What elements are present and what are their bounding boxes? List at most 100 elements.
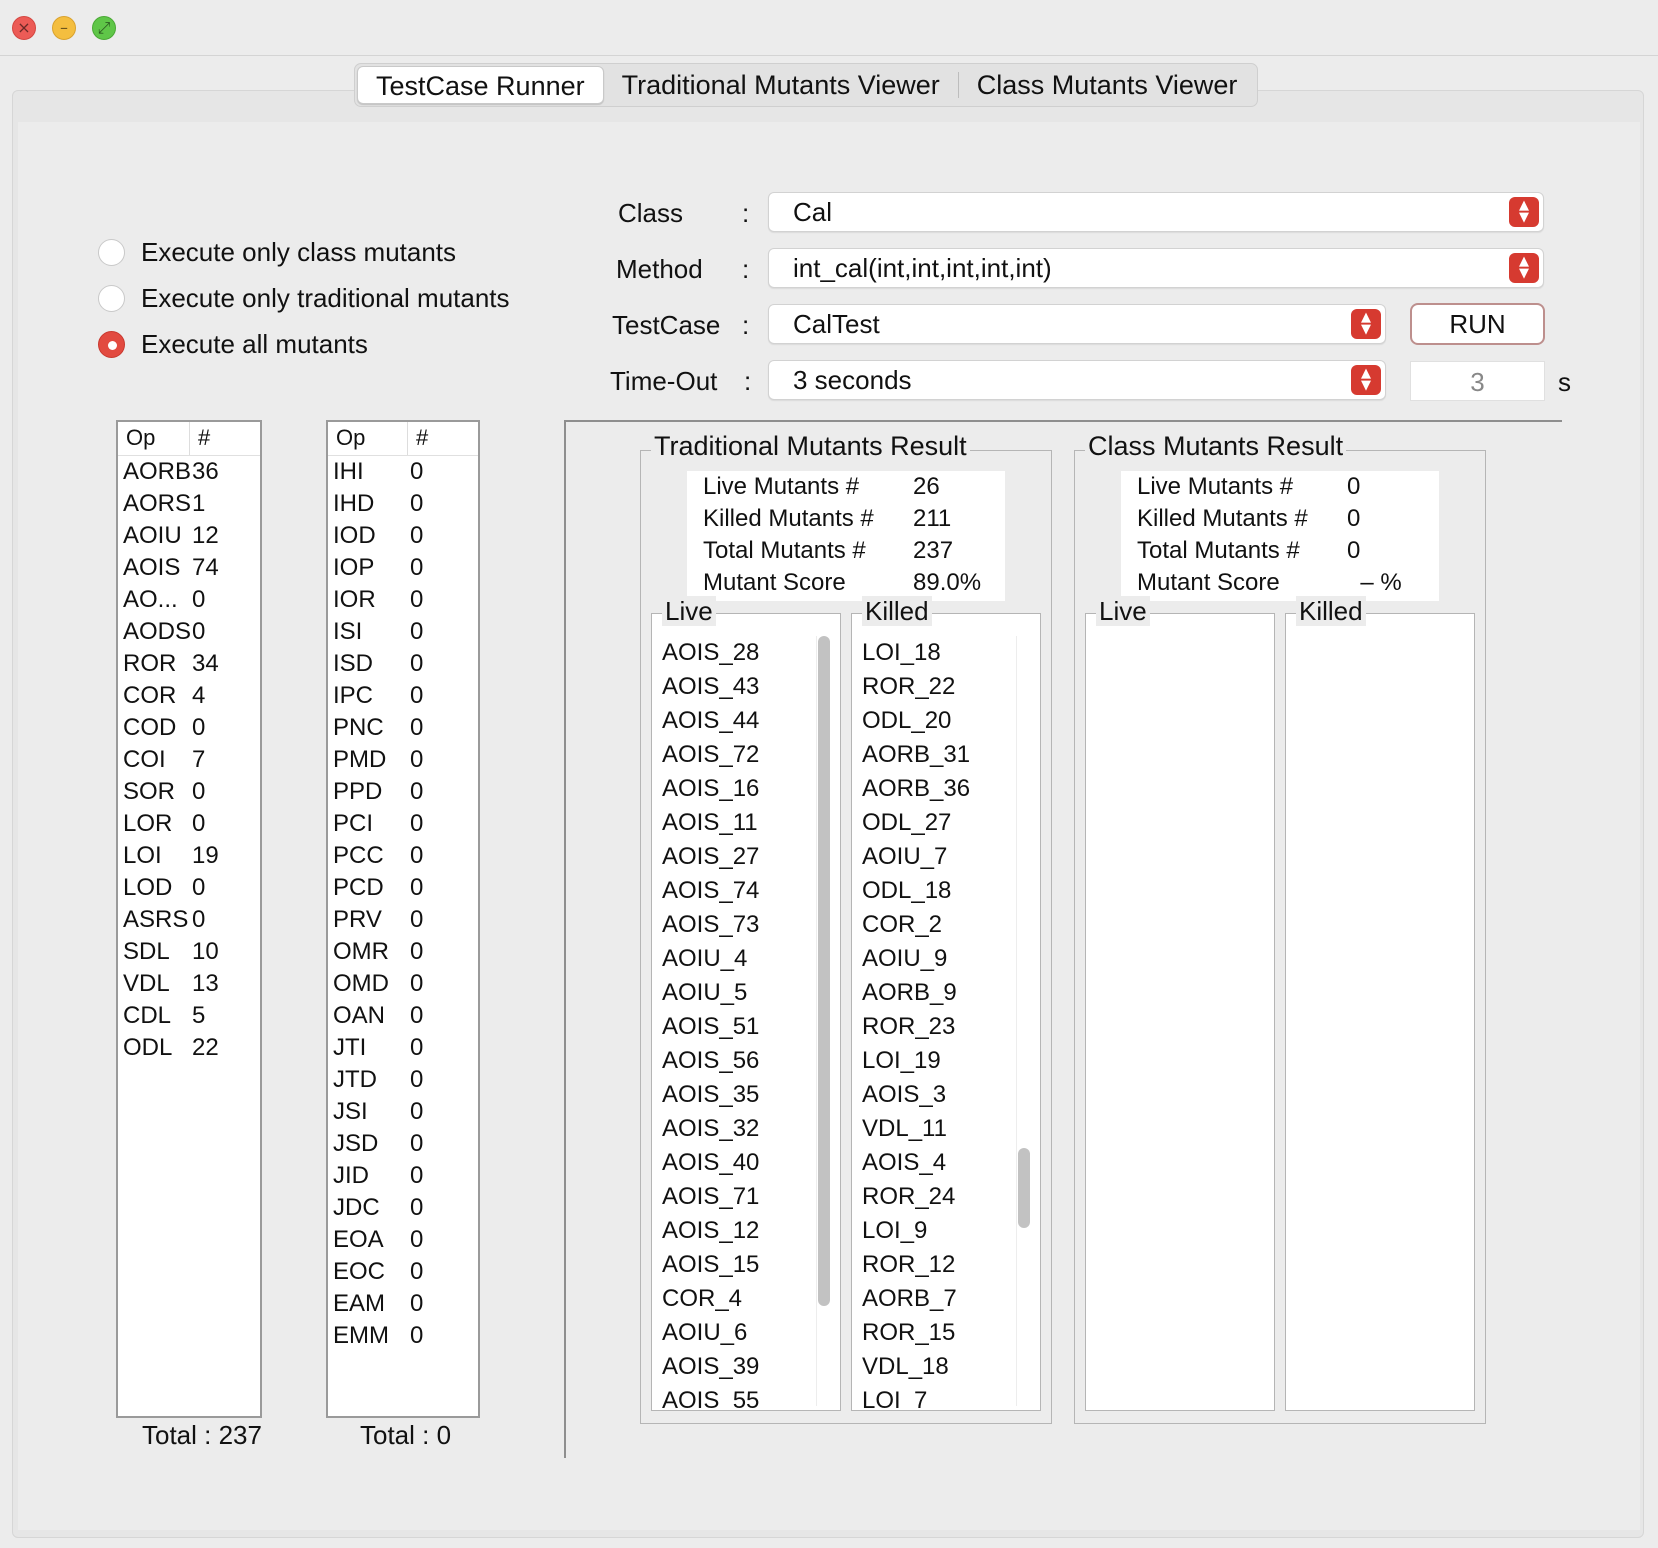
list-item[interactable]: AOIS_72 [662,738,810,772]
list-item[interactable]: AORB_7 [862,1282,1010,1316]
list-item[interactable]: AOIS_27 [662,840,810,874]
count-column-header[interactable]: # [190,422,210,455]
table-row[interactable]: ISD 0 [328,648,478,680]
class-live-mutants-list[interactable]: Live [1085,596,1275,1411]
list-item[interactable]: AOIS_12 [662,1214,810,1248]
table-row[interactable]: AORS 1 [118,488,260,520]
class-select[interactable]: Cal ▲ ▼ [768,192,1544,232]
killed-scrollbar[interactable] [1016,636,1030,1406]
table-row[interactable]: IOP 0 [328,552,478,584]
list-item[interactable]: VDL_18 [862,1350,1010,1384]
list-item[interactable]: AOIS_40 [662,1146,810,1180]
list-item[interactable]: LOI_9 [862,1214,1010,1248]
table-row[interactable]: IHD 0 [328,488,478,520]
table-row[interactable]: EMM 0 [328,1320,478,1352]
traditional-operator-table[interactable]: Op # AORB 36 AORS 1 AOIU 12 AOIS 74 AO... 0 AODS 0 R… [116,420,262,1418]
table-row[interactable]: IOD 0 [328,520,478,552]
table-row[interactable]: PMD 0 [328,744,478,776]
table-row[interactable]: PCI 0 [328,808,478,840]
list-item[interactable]: AOIU_4 [662,942,810,976]
list-item[interactable]: AOIU_9 [862,942,1010,976]
method-select[interactable]: int_cal(int,int,int,int,int) ▲ ▼ [768,248,1544,288]
list-item[interactable]: AOIS_73 [662,908,810,942]
list-item[interactable]: AOIS_56 [662,1044,810,1078]
table-row[interactable]: EOC 0 [328,1256,478,1288]
list-item[interactable]: AOIS_39 [662,1350,810,1384]
tab-class-mutants-viewer[interactable]: Class Mutants Viewer [959,66,1256,104]
list-item[interactable]: AORB_36 [862,772,1010,806]
table-row[interactable]: LOI 19 [118,840,260,872]
table-row[interactable]: AO... 0 [118,584,260,616]
table-row[interactable]: JSD 0 [328,1128,478,1160]
count-column-header[interactable]: # [408,422,428,455]
table-row[interactable]: OMR 0 [328,936,478,968]
list-item[interactable]: AOIU_7 [862,840,1010,874]
radio-traditional-mutants[interactable]: Execute only traditional mutants [98,282,510,314]
table-row[interactable]: PCC 0 [328,840,478,872]
radio-all-mutants[interactable]: Execute all mutants [98,328,368,360]
class-operator-table[interactable]: Op # IHI 0 IHD 0 IOD 0 IOP 0 IOR 0 ISI 0 ISD 0 IPC 0 PNC… [326,420,480,1418]
list-item[interactable]: VDL_11 [862,1112,1010,1146]
list-item[interactable]: LOI_7 [862,1384,1010,1410]
table-row[interactable]: PCD 0 [328,872,478,904]
table-row[interactable]: EOA 0 [328,1224,478,1256]
class-killed-mutants-list[interactable]: Killed [1285,596,1475,1411]
table-row[interactable]: PRV 0 [328,904,478,936]
table-row[interactable]: AOIU 12 [118,520,260,552]
list-item[interactable]: ODL_18 [862,874,1010,908]
list-item[interactable]: AOIS_3 [862,1078,1010,1112]
list-item[interactable]: AOIS_55 [662,1384,810,1410]
list-item[interactable]: AOIS_43 [662,670,810,704]
radio-button-selected[interactable] [98,330,125,358]
table-row[interactable]: COI 7 [118,744,260,776]
list-item[interactable]: AOIS_35 [662,1078,810,1112]
list-item[interactable]: AOIS_15 [662,1248,810,1282]
maximize-button[interactable]: ⤢ [92,16,116,40]
table-row[interactable]: EAM 0 [328,1288,478,1320]
table-row[interactable]: AODS 0 [118,616,260,648]
table-row[interactable]: PPD 0 [328,776,478,808]
table-row[interactable]: OMD 0 [328,968,478,1000]
list-item[interactable]: AOIS_11 [662,806,810,840]
table-row[interactable]: AOIS 74 [118,552,260,584]
list-item[interactable]: AORB_9 [862,976,1010,1010]
list-item[interactable]: AOIS_44 [662,704,810,738]
testcase-select[interactable]: CalTest ▲ ▼ [768,304,1386,344]
list-item[interactable]: COR_4 [662,1282,810,1316]
list-item[interactable]: AOIS_74 [662,874,810,908]
table-row[interactable]: ODL 22 [118,1032,260,1064]
tab-testcase-runner[interactable]: TestCase Runner [357,66,604,104]
list-item[interactable]: AOIU_5 [662,976,810,1010]
list-item[interactable]: AOIS_4 [862,1146,1010,1180]
table-row[interactable]: JSI 0 [328,1096,478,1128]
table-row[interactable]: IHI 0 [328,456,478,488]
table-row[interactable]: LOD 0 [118,872,260,904]
table-row[interactable]: JDC 0 [328,1192,478,1224]
list-item[interactable]: AOIS_28 [662,636,810,670]
minimize-button[interactable]: – [52,16,76,40]
list-item[interactable]: COR_2 [862,908,1010,942]
table-row[interactable]: COD 0 [118,712,260,744]
list-item[interactable]: ODL_20 [862,704,1010,738]
list-item[interactable]: AOIS_71 [662,1180,810,1214]
radio-class-mutants[interactable]: Execute only class mutants [98,236,456,268]
list-item[interactable]: AORB_31 [862,738,1010,772]
timeout-seconds-field[interactable]: 3 [1410,361,1545,401]
table-row[interactable]: AORB 36 [118,456,260,488]
list-item[interactable]: LOI_19 [862,1044,1010,1078]
table-row[interactable]: SDL 10 [118,936,260,968]
table-row[interactable]: LOR 0 [118,808,260,840]
live-scrollbar[interactable] [816,636,830,1406]
list-item[interactable]: AOIS_51 [662,1010,810,1044]
live-mutants-list[interactable]: Live AOIS_28 AOIS_43 AOIS_44 AOIS_72 AOIS_16… [651,596,841,1411]
tab-traditional-mutants-viewer[interactable]: Traditional Mutants Viewer [604,66,958,104]
close-button[interactable]: × [12,16,36,40]
op-column-header[interactable]: Op [118,422,190,455]
table-row[interactable]: JTI 0 [328,1032,478,1064]
list-item[interactable]: ROR_22 [862,670,1010,704]
list-item[interactable]: LOI_18 [862,636,1010,670]
list-item[interactable]: ROR_23 [862,1010,1010,1044]
table-row[interactable]: PNC 0 [328,712,478,744]
table-row[interactable]: IPC 0 [328,680,478,712]
list-item[interactable]: ROR_24 [862,1180,1010,1214]
